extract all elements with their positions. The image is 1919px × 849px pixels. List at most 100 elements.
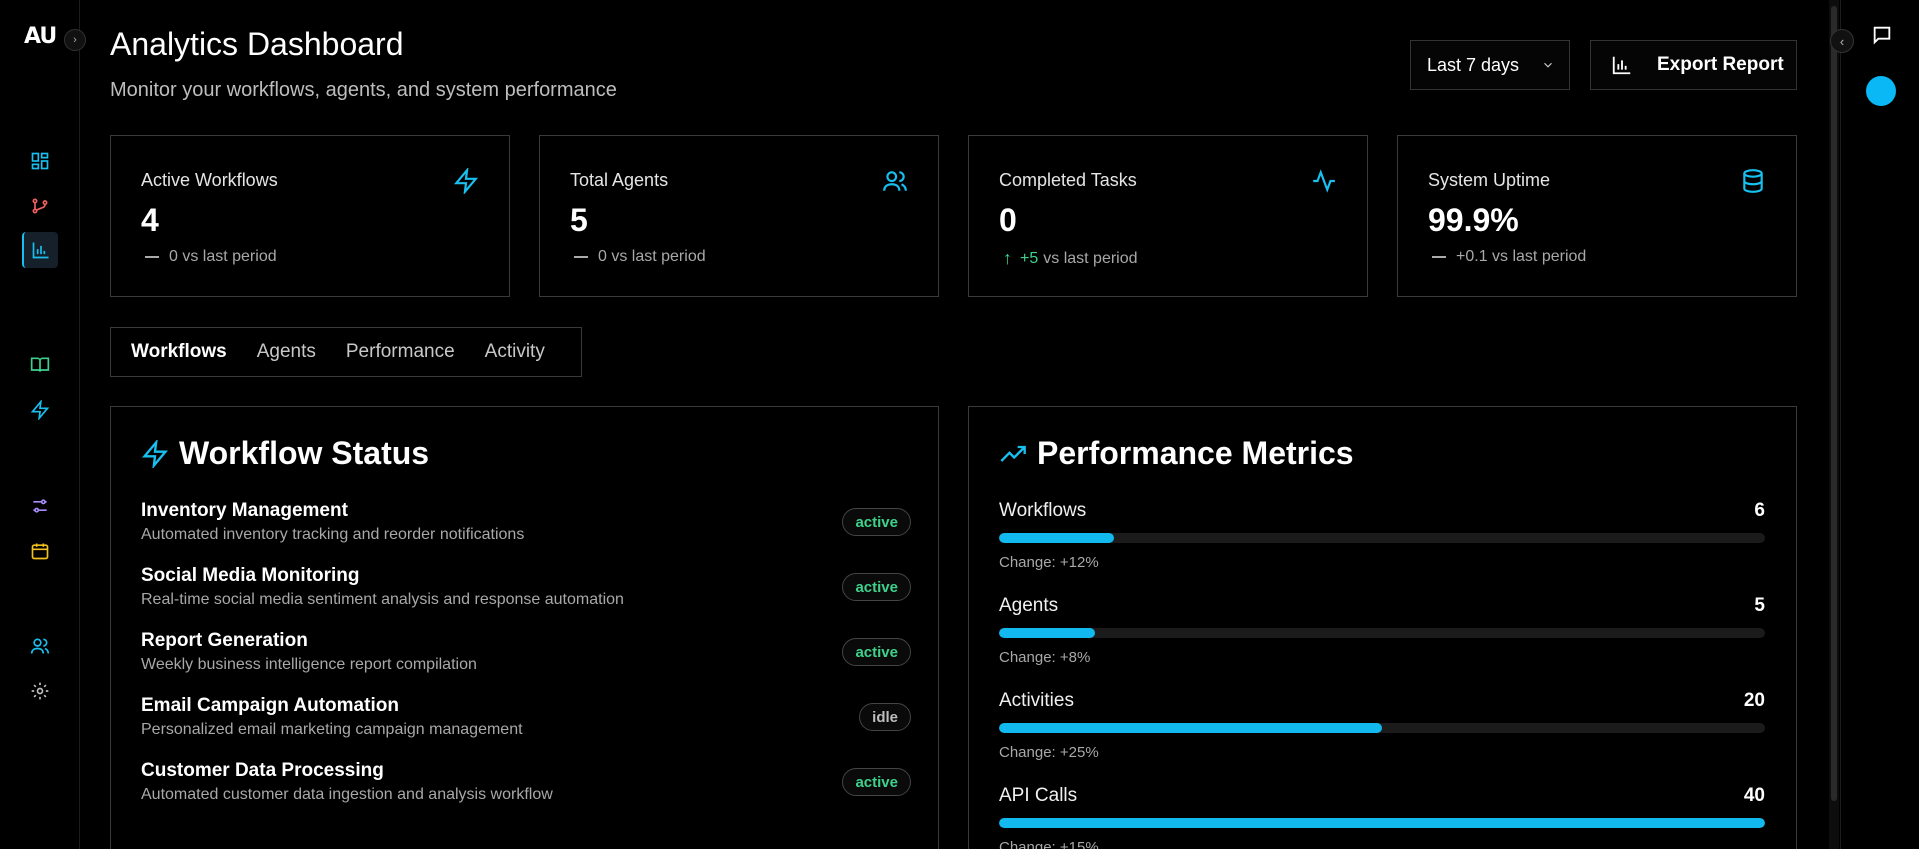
list-item[interactable]: Customer Data Processing Automated custo… <box>141 760 911 816</box>
left-sidebar: AU › <box>0 0 86 849</box>
sidebar-item-settings-sliders[interactable] <box>22 488 58 524</box>
zap-icon <box>142 439 168 468</box>
tab-activity[interactable]: Activity <box>485 341 545 363</box>
performance-metrics-panel: Performance Metrics Workflows 6 Change: … <box>968 406 1797 849</box>
list-item[interactable]: Email Campaign Automation Personalized e… <box>141 695 911 751</box>
progress-fill <box>999 628 1095 638</box>
list-item[interactable]: Social Media Monitoring Real-time social… <box>141 565 911 621</box>
sidebar-item-analytics[interactable] <box>22 232 58 268</box>
workflow-status-title: Workflow Status <box>179 435 430 471</box>
workflow-description: Personalized email marketing campaign ma… <box>141 721 523 738</box>
sidebar-item-calendar[interactable] <box>22 533 58 569</box>
export-report-button[interactable]: Export Report <box>1590 40 1797 90</box>
stat-label: Total Agents <box>570 170 669 190</box>
bar-chart-icon <box>1612 56 1631 75</box>
tab-performance[interactable]: Performance <box>346 341 455 363</box>
metric-change: Change: +12% <box>999 554 1099 571</box>
workflow-name: Email Campaign Automation <box>141 695 399 716</box>
stat-delta: +0.1 vs last period <box>1432 248 1586 266</box>
stat-delta-text: +0.1 vs last period <box>1456 248 1587 265</box>
chat-icon[interactable] <box>1871 24 1893 46</box>
calendar-icon <box>31 543 49 560</box>
metric-row: Workflows 6 Change: +12% <box>999 500 1765 580</box>
sidebar-item-docs[interactable] <box>22 347 58 383</box>
trending-up-icon <box>1000 445 1026 462</box>
status-indicator[interactable] <box>1866 76 1896 106</box>
metric-row: Agents 5 Change: +8% <box>999 595 1765 675</box>
metric-label: Activities <box>999 690 1074 711</box>
git-branch-icon <box>32 198 48 214</box>
dashboard-icon <box>31 152 49 170</box>
dash-icon <box>1432 256 1446 258</box>
metric-value: 5 <box>1754 595 1765 616</box>
sidebar-item-settings[interactable] <box>22 673 58 709</box>
stat-delta-text: 0 vs last period <box>598 248 706 265</box>
page-title: Analytics Dashboard <box>110 26 404 62</box>
main-scrollbar[interactable] <box>1829 0 1839 849</box>
date-range-value: Last 7 days <box>1427 54 1520 75</box>
panel-title: Workflow Status <box>141 435 429 472</box>
workflow-description: Weekly business intelligence report comp… <box>141 656 477 673</box>
metric-label: Agents <box>999 595 1059 616</box>
arrow-up-icon: ↑ <box>1003 248 1012 268</box>
workflow-name: Report Generation <box>141 630 308 651</box>
metric-change: Change: +8% <box>999 649 1091 666</box>
progress-track <box>999 818 1765 828</box>
tab-agents[interactable]: Agents <box>257 341 316 363</box>
stat-value: 4 <box>141 202 159 238</box>
sidebar-item-users[interactable] <box>22 628 58 664</box>
chevron-down-icon <box>1544 62 1552 68</box>
progress-track <box>999 723 1765 733</box>
app-logo: AU <box>24 24 57 49</box>
workflow-description: Automated customer data ingestion and an… <box>141 786 553 803</box>
metric-value: 6 <box>1754 500 1765 521</box>
stat-delta-text: 0 vs last period <box>169 248 277 265</box>
bar-chart-icon <box>32 242 49 259</box>
workflow-description: Automated inventory tracking and reorder… <box>141 526 525 543</box>
metric-label: API Calls <box>999 785 1078 806</box>
metric-change: Change: +25% <box>999 744 1099 761</box>
metric-change: Change: +15% <box>999 839 1099 849</box>
stat-delta-text: vs last period <box>1043 249 1138 267</box>
users-icon <box>883 171 907 191</box>
status-badge: active <box>842 573 911 601</box>
gear-icon <box>31 682 49 700</box>
workflow-name: Inventory Management <box>141 500 348 521</box>
stat-card-total-agents: Total Agents 5 0 vs last period <box>539 135 939 297</box>
export-report-label: Export Report <box>1657 54 1784 75</box>
metric-label: Workflows <box>999 500 1087 521</box>
progress-track <box>999 533 1765 543</box>
list-item[interactable]: Report Generation Weekly business intell… <box>141 630 911 686</box>
metric-row: Activities 20 Change: +25% <box>999 690 1765 770</box>
main-content: Analytics Dashboard Monitor your workflo… <box>80 0 1832 849</box>
sidebar-item-automations[interactable] <box>22 392 58 428</box>
status-badge: active <box>842 768 911 796</box>
status-badge: active <box>842 508 911 536</box>
dashboard-tabs: Workflows Agents Performance Activity <box>110 327 582 377</box>
dash-icon <box>574 256 588 258</box>
list-item[interactable]: Inventory Management Automated inventory… <box>141 500 911 556</box>
stat-value: 99.9% <box>1428 202 1519 238</box>
stat-delta: 0 vs last period <box>574 248 706 266</box>
right-panel-collapse-button[interactable]: ‹ <box>1830 29 1854 53</box>
dash-icon <box>145 256 159 258</box>
sidebar-item-workflows[interactable] <box>22 188 58 224</box>
progress-track <box>999 628 1765 638</box>
progress-fill <box>999 723 1382 733</box>
zap-icon <box>30 400 50 420</box>
stat-delta: ↑ +5 vs last period <box>1003 248 1138 269</box>
stat-label: Completed Tasks <box>999 170 1137 190</box>
progress-fill <box>999 533 1114 543</box>
workflow-name: Social Media Monitoring <box>141 565 360 586</box>
book-icon <box>30 357 50 372</box>
sidebar-item-dashboard[interactable] <box>22 143 58 179</box>
metric-value: 20 <box>1743 690 1765 711</box>
stat-card-completed-tasks: Completed Tasks 0 ↑ +5 vs last period <box>968 135 1368 297</box>
zap-icon <box>453 168 479 194</box>
scrollbar-thumb[interactable] <box>1831 6 1837 801</box>
date-range-select[interactable]: Last 7 days <box>1410 40 1570 90</box>
tab-workflows[interactable]: Workflows <box>131 341 227 363</box>
right-sidebar: ‹ <box>1830 0 1919 849</box>
stat-delta-change: +5 <box>1020 249 1039 267</box>
sliders-icon <box>33 499 47 513</box>
